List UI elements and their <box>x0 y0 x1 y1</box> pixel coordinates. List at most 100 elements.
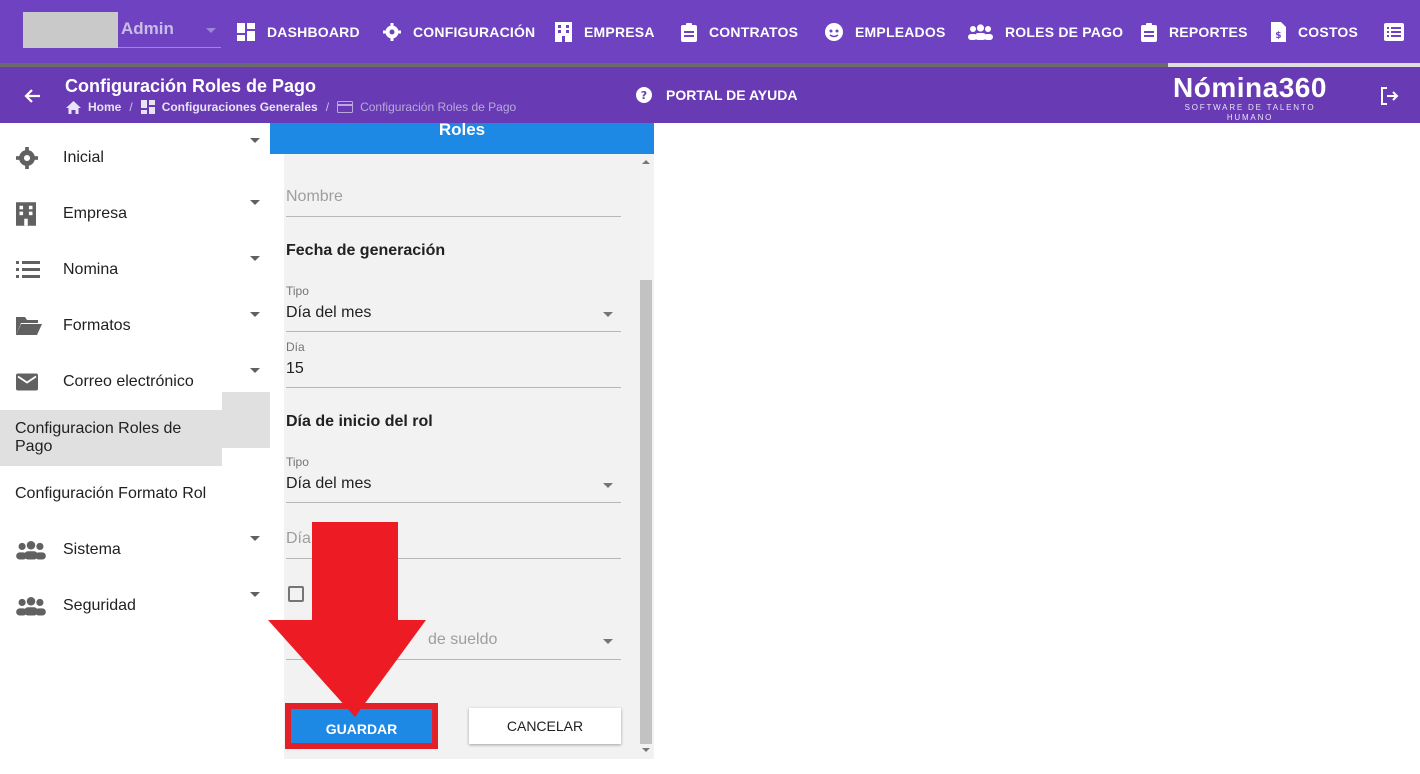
folder-open-icon <box>16 317 42 335</box>
nav-contratos[interactable]: CONTRATOS <box>681 20 798 44</box>
people-icon <box>16 596 46 616</box>
breadcrumb: Home / Configuraciones Generales / Confi… <box>66 100 516 114</box>
panel-header: Roles <box>270 121 654 154</box>
mail-icon <box>16 373 38 391</box>
chevron-down-icon <box>603 483 613 488</box>
sidebar-item-label: Seguridad <box>63 597 136 614</box>
nav-roles-de-pago[interactable]: ROLES DE PAGO <box>968 20 1123 44</box>
top-navbar: Admin DASHBOARD CONFIGURACIÓN EMPRESA CO… <box>0 0 1420 63</box>
sidebar-item-label: Configuración Formato Rol <box>15 485 207 502</box>
sidebar-item-correo[interactable]: Correo electrónico <box>0 354 284 410</box>
user-select[interactable]: Admin <box>118 12 221 48</box>
nav-dashboard[interactable]: DASHBOARD <box>237 20 360 44</box>
breadcrumb-separator: / <box>325 100 330 114</box>
building-icon <box>555 22 572 42</box>
chevron-down-icon <box>250 368 260 373</box>
user-name: Admin <box>121 19 174 38</box>
dashboard-icon <box>237 23 255 41</box>
cancel-button[interactable]: CANCELAR <box>469 708 621 744</box>
sidebar-item-seguridad[interactable]: Seguridad <box>0 578 284 634</box>
clipboard-icon <box>681 22 697 42</box>
nav-empleados-label: EMPLEADOS <box>855 24 946 40</box>
breadcrumb-home[interactable]: Home <box>88 100 121 114</box>
sidebar-item-label: Correo electrónico <box>63 373 194 390</box>
nav-configuracion-label: CONFIGURACIÓN <box>413 24 536 40</box>
brand-tagline: SOFTWARE DE TALENTO HUMANO <box>1184 103 1316 122</box>
scroll-thumb[interactable] <box>640 280 652 744</box>
gear-icon <box>16 147 38 169</box>
field-placeholder: de sueldo <box>428 631 498 648</box>
panel-scrollbar[interactable] <box>638 154 654 759</box>
dashboard-icon <box>140 100 155 114</box>
chevron-down-icon <box>250 200 260 205</box>
panel-bottom-gutter <box>284 759 797 774</box>
back-arrow-icon[interactable] <box>22 85 44 107</box>
people-icon <box>968 24 993 40</box>
nav-reportes[interactable]: REPORTES <box>1141 20 1248 44</box>
help-icon: ? <box>636 87 652 103</box>
building-icon <box>16 202 36 226</box>
help-portal-link[interactable]: ? PORTAL DE AYUDA <box>636 87 797 103</box>
nav-configuracion[interactable]: CONFIGURACIÓN <box>383 20 535 44</box>
inicio-tipo-select[interactable]: Tipo Día del mes <box>286 455 621 503</box>
list-box-icon <box>1384 23 1404 41</box>
svg-text:?: ? <box>641 89 647 102</box>
nav-more[interactable] <box>1384 20 1416 44</box>
sidebar-item-config-roles[interactable]: Configuracion Roles de Pago <box>0 410 222 466</box>
breadcrumb-current: Configuración Roles de Pago <box>360 100 517 114</box>
nav-reportes-label: REPORTES <box>1169 24 1248 40</box>
generacion-tipo-select[interactable]: Tipo Día del mes <box>286 284 621 332</box>
nav-empleados[interactable]: EMPLEADOS <box>825 20 945 44</box>
field-label: Día <box>286 340 305 354</box>
chevron-down-icon <box>250 592 260 597</box>
sidebar-item-sistema[interactable]: Sistema <box>0 522 284 578</box>
nav-costos[interactable]: $ COSTOS <box>1271 20 1358 44</box>
section-fecha-generacion: Fecha de generación <box>286 242 446 259</box>
clipboard-icon <box>1141 22 1157 42</box>
field-value: Día del mes <box>286 475 372 492</box>
chevron-down-icon <box>250 536 260 541</box>
nav-contratos-label: CONTRATOS <box>709 24 799 40</box>
svg-text:$: $ <box>1275 31 1281 41</box>
generacion-dia-input[interactable]: Día 15 <box>286 340 621 388</box>
field-value: Día del mes <box>286 304 372 321</box>
sidebar-item-inicial[interactable]: Inicial <box>0 130 284 186</box>
chevron-down-icon <box>250 138 260 143</box>
breadcrumb-configuraciones[interactable]: Configuraciones Generales <box>162 100 318 114</box>
page-header: Configuración Roles de Pago Home / Confi… <box>0 67 1420 123</box>
chevron-down-icon <box>603 312 613 317</box>
scroll-down-arrow-icon[interactable] <box>642 748 650 752</box>
list-icon <box>16 261 40 278</box>
chevron-down-icon <box>603 639 613 644</box>
sidebar-item-empresa[interactable]: Empresa <box>0 186 284 242</box>
sidebar-item-label: Empresa <box>63 205 128 222</box>
sidebar-item-formatos[interactable]: Formatos <box>0 298 284 354</box>
nav-empresa-label: EMPRESA <box>584 24 655 40</box>
section-dia-inicio: Día de inicio del rol <box>286 413 433 430</box>
sidebar-item-label: Nomina <box>63 261 119 278</box>
breadcrumb-separator: / <box>129 100 133 114</box>
brand-name: Nómina360 <box>1173 72 1327 103</box>
sidebar: Inicial Empresa Nomina Formatos Correo e… <box>0 123 284 774</box>
nav-empresa[interactable]: EMPRESA <box>555 20 655 44</box>
help-label: PORTAL DE AYUDA <box>666 87 798 103</box>
sidebar-item-label: Sistema <box>63 541 121 558</box>
people-icon <box>16 540 46 560</box>
field-label: Tipo <box>286 284 309 298</box>
nombre-input[interactable]: Nombre <box>286 180 621 217</box>
scroll-up-arrow-icon[interactable] <box>642 160 650 164</box>
page-title: Configuración Roles de Pago <box>65 76 317 96</box>
sidebar-item-label: Configuracion Roles de Pago <box>15 420 182 455</box>
chevron-down-icon <box>250 256 260 261</box>
field-value: 15 <box>286 360 304 377</box>
field-label: Tipo <box>286 455 309 469</box>
face-icon <box>825 23 843 41</box>
gear-icon <box>383 23 401 41</box>
nav-costos-label: COSTOS <box>1298 24 1359 40</box>
user-avatar[interactable] <box>23 12 118 48</box>
logout-icon[interactable] <box>1379 86 1399 106</box>
brand-logo: Nómina360 SOFTWARE DE TALENTO HUMANO <box>1160 73 1340 123</box>
sidebar-item-config-formato-rol[interactable]: Configuración Formato Rol <box>0 466 284 522</box>
home-icon <box>66 100 81 114</box>
sidebar-item-nomina[interactable]: Nomina <box>0 242 284 298</box>
